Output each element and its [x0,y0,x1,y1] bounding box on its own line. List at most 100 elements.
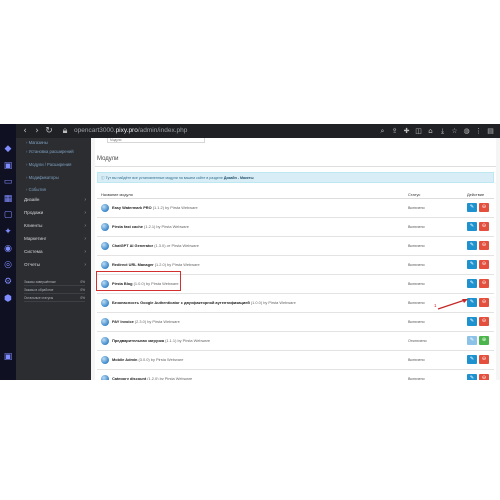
dock-bottom-icon[interactable]: ▣ [3,352,13,362]
camera-icon[interactable]: ◫ [414,126,423,136]
module-icon [101,318,109,326]
module-title: Pirsta fast cache [112,224,143,229]
info-alert: ⓘ Тут вы найдёте все установленные модул… [97,172,494,183]
zoom-icon[interactable]: ⌕ [378,126,387,136]
install-button[interactable]: ⊕ [479,336,489,345]
uninstall-button[interactable]: ⊖ [479,355,489,364]
url-prefix: opencart3000. [74,127,116,134]
dock-chat-icon[interactable]: ◎ [3,260,13,270]
uninstall-button[interactable]: ⊖ [479,298,489,307]
edit-button[interactable]: ✎ [467,222,477,231]
sidebar-item-customers[interactable]: Клиенты › [16,221,91,231]
uninstall-button[interactable]: ⊖ [479,260,489,269]
uninstall-button[interactable]: ⊖ [479,203,489,212]
sidebar-subitem-active[interactable]: Модули / Расширения [26,162,72,167]
stat-other: Остальные статусы 0% [24,296,85,303]
sidebar-item-label: Система [24,249,43,254]
dock-window-icon[interactable]: ▢ [3,210,13,220]
module-version: (1.3.0) от Pirsta Webware [154,243,199,248]
module-title: Mobile Admin [112,357,138,362]
module-status: Включено [408,263,425,267]
uninstall-button[interactable]: ⊖ [479,241,489,250]
address-bar[interactable]: opencart3000.pixy.pro/admin/index.php [74,126,187,136]
share-icon[interactable]: ⇪ [390,126,399,136]
module-title: ChatGPT AI Generator [112,243,154,248]
module-version: (1.1.1) by Pirsta Webware [165,338,211,343]
module-icon [101,356,109,364]
sidebar-item-design[interactable]: Дизайн › [16,195,91,205]
sidebar-item-sales[interactable]: Продажи › [16,208,91,218]
stat-value: 0% [80,296,85,300]
edit-button[interactable]: ✎ [467,355,477,364]
screenshot-area: ◆ ▣ ▭ ▦ ▢ ✦ ◉ ◎ ⚙ ⬢ ▣ ‹ › ↻ 🔒︎ opencart3… [0,124,500,380]
edit-button[interactable]: ✎ [467,279,477,288]
table-row: PAY Invoice (2.3.0) by Pirsta Webware Вкл… [97,313,494,332]
download-icon[interactable]: ⤓ [438,126,447,136]
dock-grid-icon[interactable]: ▦ [3,194,13,204]
edit-button[interactable]: ✎ [467,241,477,250]
menu-icon[interactable]: ⋮ [474,126,483,136]
sidebar-item-label: Продажи [24,210,44,215]
module-icon [101,204,109,212]
chevron-right-icon: › [84,223,86,229]
sidebar-subitem[interactable]: Модификаторы [26,175,59,180]
table-row: Easy Watermark PRO (1.1.2) by Pirsta Web… [97,199,494,218]
browser-toolbar: ‹ › ↻ 🔒︎ opencart3000.pixy.pro/admin/ind… [16,124,500,138]
sidebar-subitem[interactable]: Магазины [26,140,48,145]
main-content: Модули Модули ⓘ Тут вы найдёте все устан… [91,138,500,380]
module-icon [101,242,109,250]
sidebar-item-reports[interactable]: Отчеты › [16,260,91,270]
uninstall-button[interactable]: ⊖ [479,279,489,288]
module-status: Включено [408,225,425,229]
module-status: Включено [408,206,425,210]
alert-link[interactable]: Дизайн - Макеты [224,176,254,180]
table-row: Mobile Admin (3.0.0) by Pirsta Webware Вк… [97,351,494,370]
module-icon [101,261,109,269]
sidebar-item-label: Отчеты [24,262,40,267]
dock-app-icon[interactable]: ◆ [3,144,13,154]
url-domain: pixy.pro [115,127,138,134]
dock-circle-icon[interactable]: ◉ [3,244,13,254]
chevron-right-icon: › [84,249,86,255]
panel-title: Модули [97,156,119,162]
reload-icon[interactable]: ↻ [44,125,54,137]
sidebar-item-marketing[interactable]: Маркетинг › [16,234,91,244]
module-icon [101,223,109,231]
tag-icon[interactable]: ⌂ [426,126,435,136]
back-icon[interactable]: ‹ [20,125,30,137]
bookmark-icon[interactable]: ☆ [450,126,459,136]
dock-tv-icon[interactable]: ▭ [3,177,13,187]
lock-icon: 🔒︎ [62,126,68,136]
module-version: (1.2.1) by Pirsta Webware [144,224,189,229]
chevron-right-icon: › [84,262,86,268]
admin-sidebar: Магазины Установка расширений Модули / Р… [16,138,91,380]
sidebar-subitem[interactable]: Установка расширений [26,149,74,154]
edit-button[interactable]: ✎ [467,203,477,212]
edit-button[interactable]: ✎ [467,260,477,269]
table-header: Название модуля Статус Действие [97,190,494,199]
profile-icon[interactable]: ◍ [462,126,471,136]
highlight-box [96,271,181,291]
uninstall-button[interactable]: ⊖ [479,222,489,231]
column-header-name[interactable]: Название модуля [101,192,133,197]
table-row: Pirsta fast cache (1.2.1) by Pirsta Webw… [97,218,494,237]
uninstall-button[interactable]: ⊖ [479,317,489,326]
table-row: ChatGPT AI Generator (1.3.0) от Pirsta W… [97,237,494,256]
dock-star-icon[interactable]: ✦ [3,227,13,237]
previous-section-field[interactable]: Модули [107,138,205,143]
module-title: Redirect URL Manager [112,262,154,267]
dock-gear-icon[interactable]: ⚙ [3,277,13,287]
extra-icon[interactable]: ▤ [486,126,495,136]
dock-shield-icon[interactable]: ⬢ [3,294,13,304]
edit-button[interactable]: ✎ [467,317,477,326]
dock-bag-icon[interactable]: ▣ [3,161,13,171]
sidebar-item-system[interactable]: Система › [16,247,91,257]
chevron-right-icon: › [84,210,86,216]
table-row: Предварительная загрузка (1.1.1) by Pirs… [97,332,494,351]
column-header-status[interactable]: Статус [408,192,420,197]
module-name: ChatGPT AI Generator (1.3.0) от Pirsta W… [112,243,199,248]
extension-icon[interactable]: ✚ [402,126,411,136]
sidebar-subitem[interactable]: События [26,187,46,192]
module-version: (1.0.0) by Pirsta Webware [250,300,296,305]
forward-icon[interactable]: › [32,125,42,137]
